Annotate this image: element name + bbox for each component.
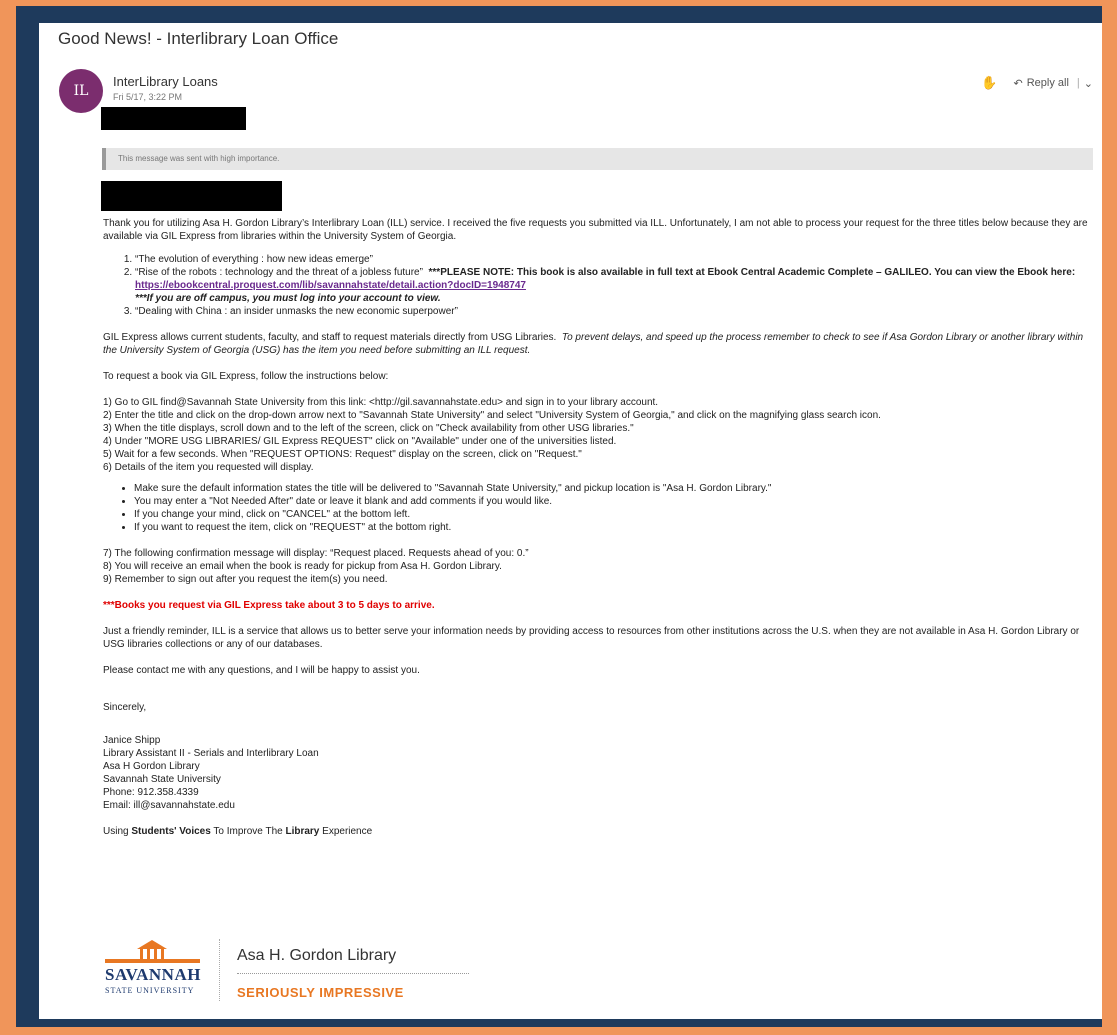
email-page: Good News! - Interlibrary Loan Office IL…	[39, 23, 1102, 1019]
signature-library: Asa H Gordon Library	[103, 761, 200, 772]
motto-students-voices: Students' Voices	[131, 826, 211, 837]
step-1: 1) Go to GIL find@Savannah State Univers…	[103, 397, 659, 408]
university-logo: SAVANNAH STATE UNIVERSITY	[105, 937, 205, 1003]
logo-bar	[105, 959, 200, 963]
motto-mid: To Improve The	[210, 826, 286, 837]
logo-state-university: STATE UNIVERSITY	[105, 986, 195, 995]
motto: Using Students' Voices To Improve The Li…	[103, 825, 1093, 838]
titles-list: “The evolution of everything : how new i…	[103, 253, 1093, 318]
chevron-down-icon[interactable]: ⌄	[1084, 77, 1093, 90]
off-campus-note: ***If you are off campus, you must log i…	[135, 293, 441, 304]
library-logo: SAVANNAH STATE UNIVERSITY Asa H. Gordon …	[105, 937, 525, 1007]
details-bullets: Make sure the default information states…	[103, 482, 1093, 534]
intro-paragraph: Thank you for utilizing Asa H. Gordon Li…	[103, 218, 1088, 242]
bullet-3: If you change your mind, click on "CANCE…	[134, 508, 1093, 521]
avatar: IL	[59, 69, 103, 113]
redaction-bar	[101, 107, 246, 130]
gil-paragraph: GIL Express allows current students, fac…	[103, 331, 1093, 357]
sent-date: Fri 5/17, 3:22 PM	[113, 92, 183, 102]
closing: Sincerely,	[103, 702, 147, 713]
step-3: 3) When the title displays, scroll down …	[103, 423, 634, 434]
signature-title: Library Assistant II - Serials and Inter…	[103, 748, 319, 759]
contact-paragraph: Please contact me with any questions, an…	[103, 665, 420, 676]
ebook-note: ***PLEASE NOTE: This book is also availa…	[428, 267, 1076, 278]
logo-divider	[219, 939, 220, 1001]
divider: |	[1076, 77, 1080, 89]
title-2-text: “Rise of the robots : technology and the…	[135, 267, 423, 278]
sender-name[interactable]: InterLibrary Loans	[113, 74, 218, 89]
email-body: Thank you for utilizing Asa H. Gordon Li…	[103, 217, 1093, 838]
reply-all-icon: ↶	[1013, 77, 1023, 90]
step-2: 2) Enter the title and click on the drop…	[103, 410, 881, 421]
step-7: 7) The following confirmation message wi…	[103, 548, 529, 559]
signature-phone: Phone: 912.358.4339	[103, 787, 199, 798]
step-5: 5) Wait for a few seconds. When "REQUEST…	[103, 449, 582, 460]
logo-tagline: SERIOUSLY IMPRESSIVE	[237, 985, 404, 1000]
building-icon	[137, 940, 167, 959]
redaction-bar-recipient	[101, 181, 282, 211]
reminder-paragraph: Just a friendly reminder, ILL is a servi…	[103, 626, 1080, 650]
bullet-2: You may enter a "Not Needed After" date …	[134, 495, 1093, 508]
motto-library: Library	[285, 826, 320, 837]
signature-university: Savannah State University	[103, 774, 221, 785]
importance-banner: This message was sent with high importan…	[102, 148, 1093, 170]
step-8: 8) You will receive an email when the bo…	[103, 561, 502, 572]
ebook-link[interactable]: https://ebookcentral.proquest.com/lib/sa…	[135, 280, 526, 291]
gil-intro: GIL Express allows current students, fac…	[103, 332, 557, 343]
signature-email: Email: ill@savannahstate.edu	[103, 800, 235, 811]
title-item-3: “Dealing with China : an insider unmasks…	[135, 305, 1093, 318]
title-item-1: “The evolution of everything : how new i…	[135, 253, 1093, 266]
logo-library-name: Asa H. Gordon Library	[237, 947, 397, 964]
bullet-1: Make sure the default information states…	[134, 482, 1093, 495]
orange-edge	[1102, 0, 1117, 1035]
arrival-note: ***Books you request via GIL Express tak…	[103, 600, 435, 611]
reply-all-button[interactable]: ↶ Reply all | ⌄	[1014, 77, 1093, 90]
message-actions: ✋ ↶ Reply all | ⌄	[975, 73, 1093, 93]
signature-name: Janice Shipp	[103, 735, 161, 746]
reply-all-label: Reply all	[1026, 77, 1069, 89]
motto-pre: Using	[103, 826, 132, 837]
instructions-lead: To request a book via GIL Express, follo…	[103, 371, 389, 382]
thumbs-up-icon[interactable]: ✋	[975, 73, 1003, 93]
logo-savannah: SAVANNAH	[105, 965, 201, 984]
logo-dotted-rule	[237, 973, 469, 974]
motto-post: Experience	[319, 826, 373, 837]
email-subject: Good News! - Interlibrary Loan Office	[58, 29, 339, 48]
step-4: 4) Under "MORE USG LIBRARIES/ GIL Expres…	[103, 436, 617, 447]
step-6: 6) Details of the item you requested wil…	[103, 462, 314, 473]
step-9: 9) Remember to sign out after you reques…	[103, 574, 388, 585]
bullet-4: If you want to request the item, click o…	[134, 521, 1093, 534]
title-item-2: “Rise of the robots : technology and the…	[135, 266, 1093, 305]
